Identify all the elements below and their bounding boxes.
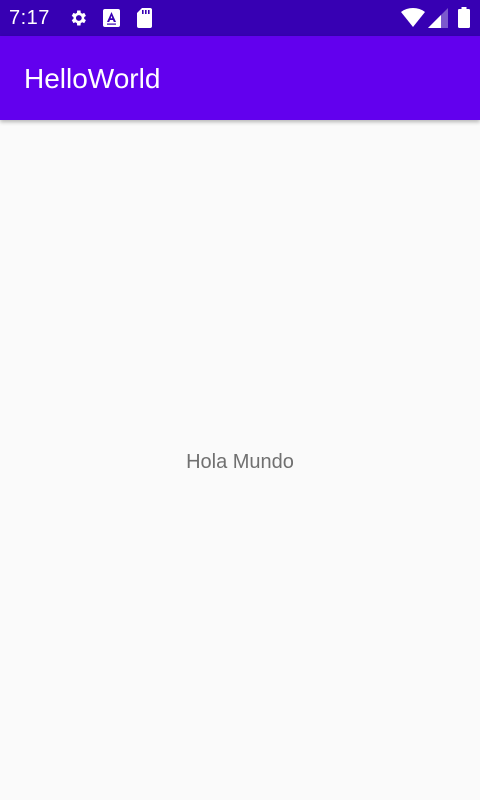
battery-icon bbox=[458, 7, 470, 28]
status-bar: 7:17 bbox=[0, 0, 480, 36]
cellular-signal-icon bbox=[428, 8, 448, 28]
sd-card-icon bbox=[137, 8, 152, 28]
hello-text: Hola Mundo bbox=[186, 451, 294, 473]
app-bar: HelloWorld bbox=[0, 36, 480, 120]
gear-icon bbox=[71, 10, 86, 26]
wifi-icon bbox=[401, 8, 425, 27]
status-time: 7:17 bbox=[9, 7, 50, 29]
accessibility-a-icon bbox=[103, 9, 120, 27]
app-title: HelloWorld bbox=[24, 63, 161, 94]
main-content: Hola Mundo bbox=[0, 120, 480, 800]
